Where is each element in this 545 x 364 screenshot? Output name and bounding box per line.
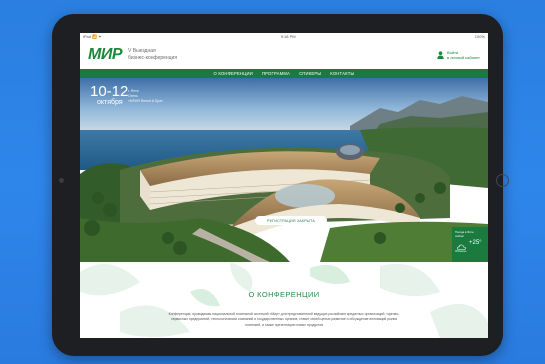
status-carrier: iPad 📶 ✦ xyxy=(83,34,102,39)
tablet-camera xyxy=(59,178,64,183)
event-location: г. Ялта Отель «МРИЯ Resort & Spa» xyxy=(128,89,163,104)
event-dates: 10-12 октября xyxy=(90,84,128,106)
hero-banner: 10-12 октября г. Ялта Отель «МРИЯ Resort… xyxy=(80,78,488,262)
tagline-line-1: V Выездная xyxy=(128,47,156,54)
date-month: октября xyxy=(97,99,123,106)
nav-item-about[interactable]: О КОНФЕРЕНЦИИ xyxy=(214,71,253,76)
tablet-screen: iPad 📶 ✦ 9:18 PM 100% МИР V Выездная биз… xyxy=(80,33,488,338)
weather-caption-line-2: сейчас xyxy=(455,234,464,238)
nav-item-speakers[interactable]: СПИКЕРЫ xyxy=(299,71,321,76)
tablet-home-button[interactable] xyxy=(496,174,509,187)
about-text: Конференция, проводимая национальной пла… xyxy=(168,312,400,327)
nav-item-program[interactable]: ПРОГРАММА xyxy=(262,71,290,76)
registration-button[interactable]: РЕГИСТРАЦИЯ ЗАКРЫТА xyxy=(255,216,327,225)
location-hotel-name: «МРИЯ Resort & Spa» xyxy=(128,99,163,103)
cloud-icon xyxy=(457,244,466,250)
tagline-line-2: бизнес-конференция xyxy=(128,54,178,61)
status-time: 9:18 PM xyxy=(280,34,296,39)
weather-widget: Погода в Ялте сейчас +25° Облачно xyxy=(452,227,488,262)
about-title: О КОНФЕРЕНЦИИ xyxy=(248,290,320,299)
status-bar: iPad 📶 ✦ 9:18 PM 100% xyxy=(80,33,488,40)
status-battery: 100% xyxy=(474,34,485,39)
scroll-down-arrow-icon[interactable]: ↓ xyxy=(286,228,291,237)
date-range: 10-12 xyxy=(90,83,129,100)
about-section: О КОНФЕРЕНЦИИ Конференция, проводимая на… xyxy=(80,262,488,338)
login-link[interactable]: Войти в личный кабинет xyxy=(437,50,480,60)
hero-photo xyxy=(80,78,488,262)
mir-logo[interactable]: МИР xyxy=(88,46,123,64)
user-icon xyxy=(437,51,444,59)
login-line-2: в личный кабинет xyxy=(446,55,480,60)
main-nav: О КОНФЕРЕНЦИИ ПРОГРАММА СПИКЕРЫ КОНТАКТЫ xyxy=(80,69,488,78)
logo-tagline: V Выездная бизнес-конференция xyxy=(128,48,177,62)
site-header: МИР V Выездная бизнес-конференция Войти … xyxy=(80,40,488,69)
weather-caption: Погода в Ялте сейчас xyxy=(452,227,488,238)
nav-item-contacts[interactable]: КОНТАКТЫ xyxy=(330,71,354,76)
